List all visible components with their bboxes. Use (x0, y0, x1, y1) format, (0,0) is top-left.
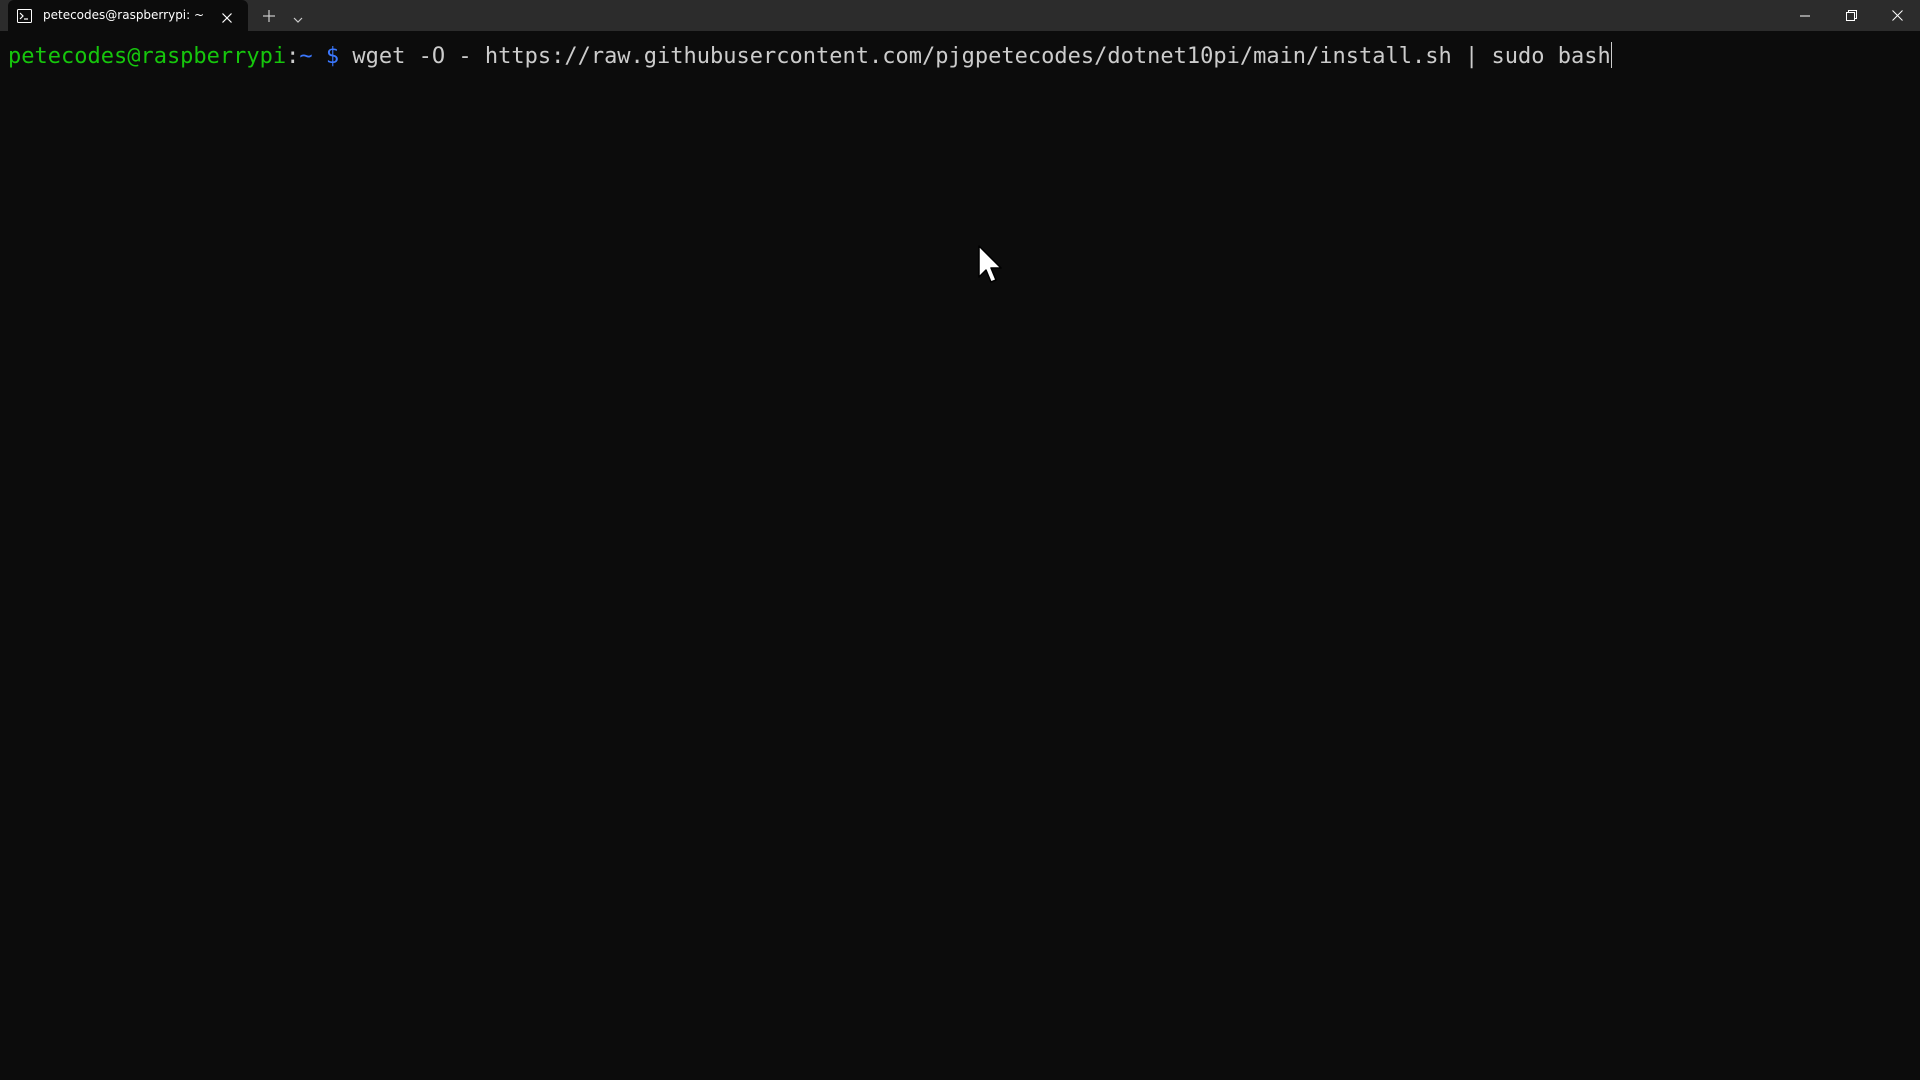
prompt-user: petecodes@raspberrypi (8, 44, 287, 69)
close-tab-icon[interactable] (221, 9, 233, 23)
new-tab-button[interactable] (262, 8, 276, 22)
prompt-colon: : (286, 44, 300, 69)
title-bar[interactable]: petecodes@raspberrypi: ~ (0, 0, 1920, 31)
terminal-window: petecodes@raspberrypi: ~ petecodes@raspb… (0, 0, 1920, 1080)
mouse-pointer-icon (978, 245, 1004, 285)
minimize-button[interactable] (1782, 0, 1828, 31)
prompt-path: ~ (299, 44, 313, 69)
terminal-output[interactable]: petecodes@raspberrypi:~ $ wget -O - http… (0, 31, 1920, 1080)
close-icon (1891, 6, 1903, 25)
prompt-symbol: $ (325, 44, 340, 69)
restore-icon (1845, 6, 1857, 25)
close-window-button[interactable] (1874, 0, 1920, 31)
tab-title: petecodes@raspberrypi: ~ (43, 8, 205, 22)
restore-button[interactable] (1828, 0, 1874, 31)
command-text: wget -O - https://raw.githubusercontent.… (352, 44, 1611, 69)
minimize-icon (1800, 6, 1810, 25)
text-cursor (1610, 42, 1612, 68)
tab-terminal[interactable]: petecodes@raspberrypi: ~ (8, 0, 248, 31)
command-line: petecodes@raspberrypi:~ $ wget -O - http… (8, 41, 1612, 73)
chevron-down-icon[interactable] (292, 10, 304, 23)
terminal-icon (17, 8, 32, 23)
